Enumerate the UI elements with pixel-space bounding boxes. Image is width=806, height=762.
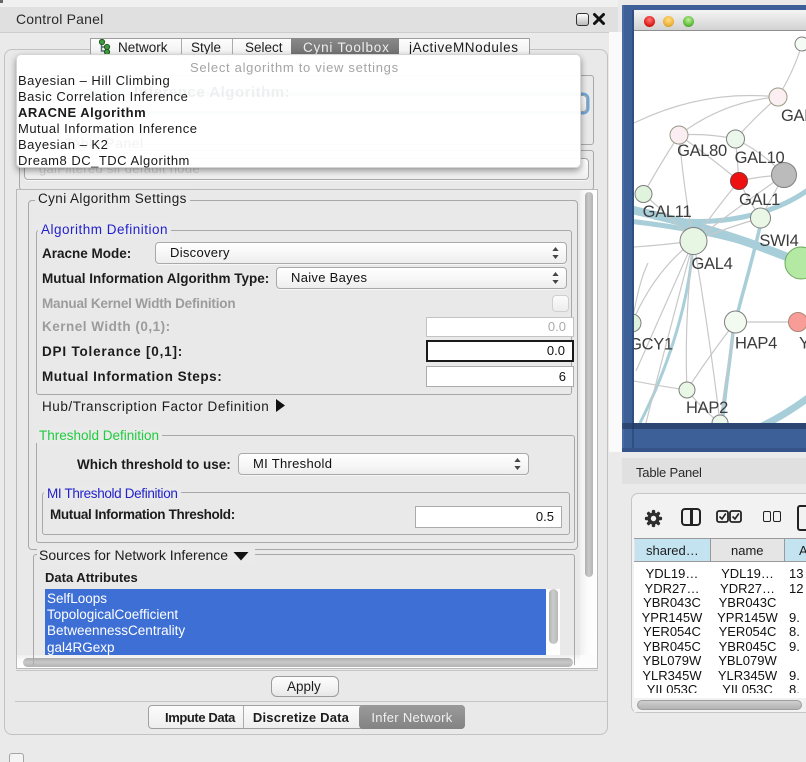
svg-text:GAL11: GAL11	[643, 203, 692, 221]
svg-text:GAL10: GAL10	[735, 149, 785, 167]
svg-text:HAP2: HAP2	[686, 399, 728, 417]
svg-text:GAL7: GAL7	[781, 107, 806, 125]
svg-text:HAP4: HAP4	[735, 335, 777, 353]
svg-text:GAL1: GAL1	[739, 191, 780, 209]
svg-text:SWI4: SWI4	[759, 232, 798, 250]
svg-text:GCY1: GCY1	[634, 336, 673, 354]
svg-text:GAL80: GAL80	[677, 142, 727, 160]
svg-text:GAL4: GAL4	[692, 255, 733, 273]
svg-text:Y: Y	[799, 335, 806, 353]
